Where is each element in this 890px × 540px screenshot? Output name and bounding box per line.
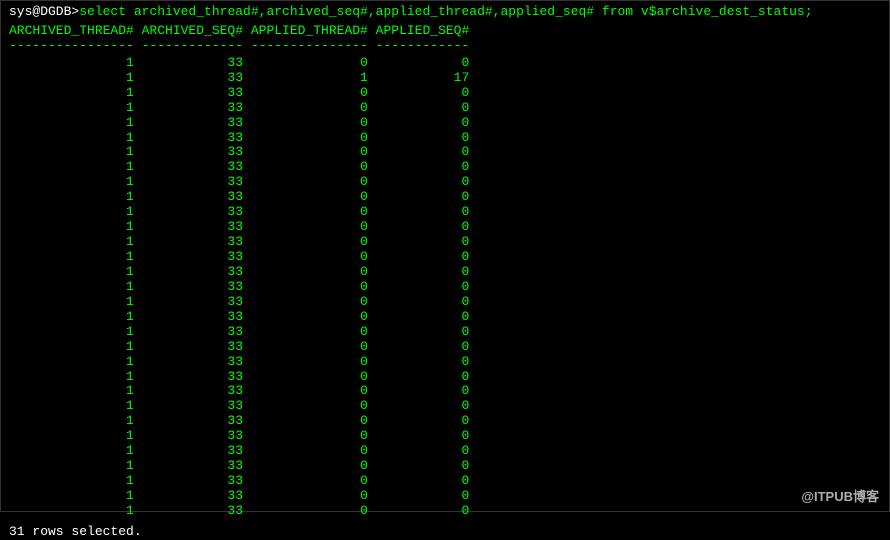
table-row: 1 33 0 0 (9, 444, 881, 459)
sql-command: select archived_thread#,archived_seq#,ap… (79, 4, 812, 19)
table-row: 1 33 0 0 (9, 175, 881, 190)
table-row: 1 33 0 0 (9, 235, 881, 250)
table-row: 1 33 0 0 (9, 429, 881, 444)
table-row: 1 33 0 0 (9, 399, 881, 414)
rows-selected-footer: 31 rows selected. (9, 525, 881, 540)
table-row: 1 33 0 0 (9, 504, 881, 519)
table-row: 1 33 0 0 (9, 220, 881, 235)
table-row: 1 33 0 0 (9, 340, 881, 355)
table-row: 1 33 0 0 (9, 295, 881, 310)
column-headers: ARCHIVED_THREAD# ARCHIVED_SEQ# APPLIED_T… (9, 24, 881, 39)
table-row: 1 33 1 17 (9, 71, 881, 86)
table-row: 1 33 0 0 (9, 56, 881, 71)
column-divider: ---------------- ------------- ---------… (9, 39, 881, 54)
table-row: 1 33 0 0 (9, 489, 881, 504)
table-row: 1 33 0 0 (9, 310, 881, 325)
table-row: 1 33 0 0 (9, 474, 881, 489)
table-row: 1 33 0 0 (9, 101, 881, 116)
sql-prompt-line: sys@DGDB>select archived_thread#,archive… (9, 5, 881, 20)
table-row: 1 33 0 0 (9, 160, 881, 175)
table-row: 1 33 0 0 (9, 205, 881, 220)
table-row: 1 33 0 0 (9, 131, 881, 146)
table-row: 1 33 0 0 (9, 325, 881, 340)
table-row: 1 33 0 0 (9, 265, 881, 280)
table-row: 1 33 0 0 (9, 355, 881, 370)
table-row: 1 33 0 0 (9, 414, 881, 429)
sql-prompt: sys@DGDB> (9, 4, 79, 19)
table-row: 1 33 0 0 (9, 145, 881, 160)
table-row: 1 33 0 0 (9, 370, 881, 385)
table-row: 1 33 0 0 (9, 459, 881, 474)
table-row: 1 33 0 0 (9, 116, 881, 131)
table-row: 1 33 0 0 (9, 384, 881, 399)
table-row: 1 33 0 0 (9, 280, 881, 295)
table-row: 1 33 0 0 (9, 250, 881, 265)
watermark: @ITPUB博客 (801, 490, 879, 505)
table-row: 1 33 0 0 (9, 190, 881, 205)
table-row: 1 33 0 0 (9, 86, 881, 101)
result-rows: 1 33 0 0 1 33 1 17 1 33 0 0 1 33 (9, 56, 881, 519)
